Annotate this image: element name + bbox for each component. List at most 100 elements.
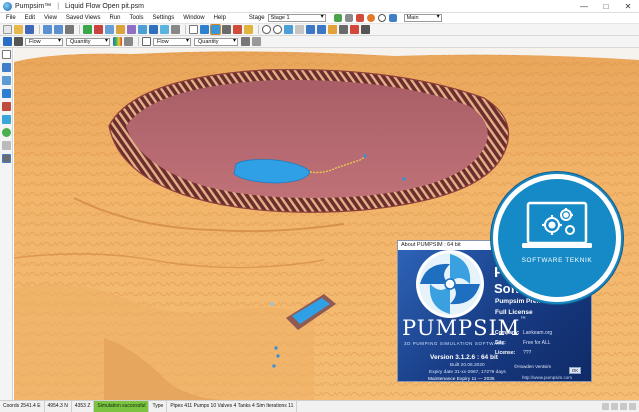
color-icon[interactable] — [350, 25, 359, 34]
new-file-icon[interactable] — [3, 25, 12, 34]
view-top-icon[interactable] — [306, 25, 315, 34]
valve-icon[interactable] — [171, 25, 180, 34]
minimize-button[interactable]: — — [573, 0, 595, 12]
stage-settings-icon[interactable] — [344, 14, 353, 22]
color-key-icon[interactable] — [113, 37, 122, 46]
about-ok-button[interactable]: OK — [569, 367, 581, 374]
select-icon[interactable] — [189, 25, 198, 34]
pipe-text-icon[interactable] — [14, 37, 23, 46]
status-toggle-2-icon[interactable] — [611, 403, 618, 410]
menu-settings[interactable]: Settings — [153, 15, 175, 21]
menu-help[interactable]: Help — [214, 15, 226, 21]
undo-icon[interactable] — [43, 25, 52, 34]
pipe-node[interactable] — [270, 302, 274, 306]
color-data-select[interactable]: Quantity — [66, 37, 110, 46]
zoom-in-icon[interactable] — [262, 25, 271, 34]
about-license-value: ??? — [523, 350, 532, 356]
pipe-color-icon[interactable] — [3, 37, 12, 46]
about-license-type: Full License — [495, 309, 533, 316]
edit-icon[interactable] — [244, 25, 253, 34]
pipe-tool-icon[interactable] — [2, 89, 11, 98]
cross-section-tool-icon[interactable] — [2, 154, 11, 163]
about-maintenance: Maintenance Expiry 11 — 2035 — [428, 377, 495, 382]
about-site-value: Free for ALL — [523, 340, 551, 346]
globe-tool-icon[interactable] — [2, 128, 11, 137]
copy-icon[interactable] — [222, 25, 231, 34]
maximize-button[interactable]: □ — [595, 0, 617, 12]
menu-view[interactable]: View — [44, 15, 57, 21]
layers-icon[interactable] — [339, 25, 348, 34]
view-main-select[interactable]: Main — [403, 14, 442, 22]
menu-run[interactable]: Run — [110, 15, 121, 21]
tank-tool-icon[interactable] — [2, 115, 11, 124]
view-tool-icon[interactable] — [2, 63, 11, 72]
measure-tool-icon[interactable] — [2, 141, 11, 150]
rotate-icon[interactable] — [284, 25, 293, 34]
stage-layers-icon[interactable] — [388, 14, 397, 22]
report-icon[interactable] — [138, 25, 147, 34]
pipe-node[interactable] — [274, 346, 278, 350]
stage-clock-icon[interactable] — [377, 14, 386, 22]
stop-icon[interactable] — [94, 25, 103, 34]
table-icon[interactable] — [105, 25, 114, 34]
grid-tool-icon[interactable] — [2, 76, 11, 85]
stage-record-icon[interactable] — [366, 14, 375, 22]
redo-icon[interactable] — [54, 25, 63, 34]
title-bar: Pumpsim™ | Liquid Flow Open pit.psm — □ … — [0, 0, 639, 13]
pump-icon[interactable] — [149, 25, 158, 34]
left-toolbar — [0, 48, 13, 400]
text-size-icon[interactable] — [241, 37, 250, 46]
filter-icon[interactable] — [127, 25, 136, 34]
zoom-out-icon[interactable] — [273, 25, 282, 34]
menu-window[interactable]: Window — [183, 15, 204, 21]
color-lock-icon[interactable] — [124, 37, 133, 46]
text-label-icon[interactable] — [142, 37, 151, 46]
close-button[interactable]: ✕ — [617, 0, 639, 12]
print-icon[interactable] — [65, 25, 74, 34]
menu-file[interactable]: File — [6, 15, 16, 21]
open-folder-icon[interactable] — [14, 25, 23, 34]
menu-saved-views[interactable]: Saved Views — [66, 15, 101, 21]
text-data-select[interactable]: Quantity — [194, 37, 238, 46]
stage-select[interactable]: Stage 1 — [267, 14, 326, 22]
laptop-gears-icon — [522, 201, 592, 248]
menu-tools[interactable]: Tools — [130, 15, 144, 21]
about-company-value: Lankeam.org — [523, 330, 553, 336]
select-tool-icon[interactable] — [2, 50, 11, 59]
run-simulation-icon[interactable] — [83, 25, 92, 34]
stage-label: Stage — [248, 15, 265, 21]
menu-edit[interactable]: Edit — [25, 15, 35, 21]
status-simulation-badge: Simulation successful — [94, 401, 150, 412]
pipe-node[interactable] — [363, 154, 367, 158]
status-type: Type — [149, 401, 168, 412]
text-options-icon[interactable] — [252, 37, 261, 46]
tank-icon[interactable] — [160, 25, 169, 34]
about-url[interactable]: http://www.pumpsim.com — [522, 375, 572, 380]
move-icon[interactable] — [210, 24, 221, 35]
chart-icon[interactable] — [116, 25, 125, 34]
color-category-select[interactable]: Flow — [25, 37, 63, 46]
about-brand-tm: ™ — [520, 316, 528, 323]
pipe-node[interactable] — [276, 354, 280, 358]
status-toggle-1-icon[interactable] — [602, 403, 609, 410]
add-pipe-icon[interactable] — [200, 25, 209, 34]
view-side-icon[interactable] — [317, 25, 326, 34]
pump-node[interactable] — [402, 177, 406, 181]
pump-tool-icon[interactable] — [2, 102, 11, 111]
status-bar: Coords 2541.4 E 4954.3 N 4353 Z Simulati… — [0, 400, 639, 412]
stage-add-icon[interactable] — [333, 14, 342, 22]
pan-icon[interactable] — [295, 25, 304, 34]
app-title: Pumpsim™ — [15, 2, 52, 10]
toolbar-divider — [79, 25, 80, 34]
badge-inner-circle: SOFTWARE TEKNIK — [498, 179, 616, 297]
stage-delete-icon[interactable] — [355, 14, 364, 22]
save-icon[interactable] — [25, 25, 34, 34]
text-category-select[interactable]: Flow — [153, 37, 191, 46]
main-toolbar — [0, 24, 639, 36]
delete-icon[interactable] — [233, 25, 242, 34]
status-toggle-3-icon[interactable] — [620, 403, 627, 410]
status-toggle-4-icon[interactable] — [629, 403, 636, 410]
view-3d-icon[interactable] — [328, 25, 337, 34]
text-icon[interactable] — [361, 25, 370, 34]
pipe-node[interactable] — [272, 364, 276, 368]
